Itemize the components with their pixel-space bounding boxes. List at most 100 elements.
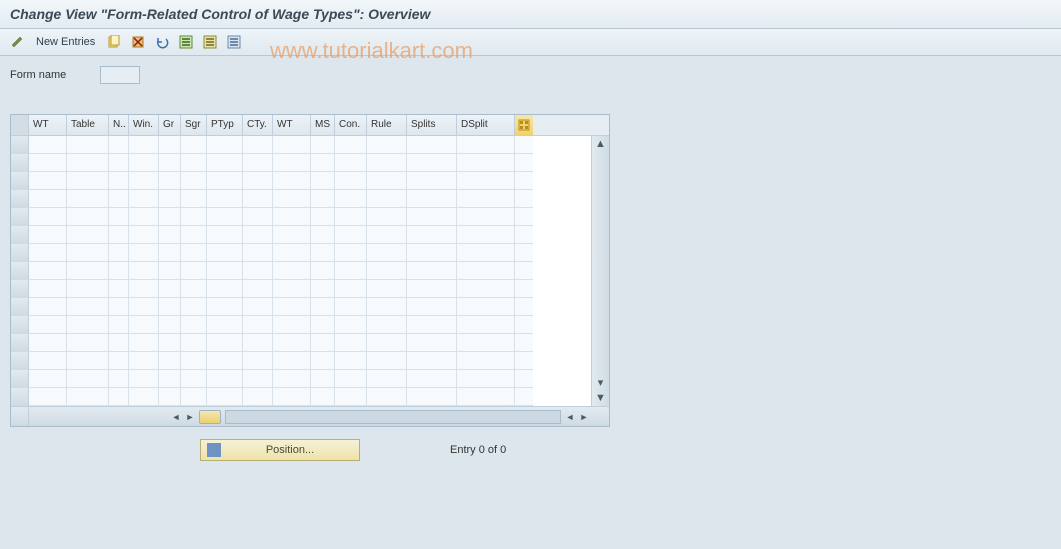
table-cell[interactable] bbox=[407, 298, 457, 316]
table-cell[interactable] bbox=[207, 172, 243, 190]
table-cell[interactable] bbox=[67, 208, 109, 226]
table-cell[interactable] bbox=[311, 352, 335, 370]
table-cell[interactable] bbox=[367, 334, 407, 352]
table-cell[interactable] bbox=[29, 352, 67, 370]
table-cell[interactable] bbox=[67, 280, 109, 298]
table-cell[interactable] bbox=[335, 136, 367, 154]
table-cell[interactable] bbox=[67, 154, 109, 172]
table-cell[interactable] bbox=[311, 262, 335, 280]
table-cell[interactable] bbox=[457, 280, 515, 298]
deselect-all-icon[interactable] bbox=[225, 33, 243, 51]
table-cell[interactable] bbox=[457, 154, 515, 172]
scroll-up-icon[interactable]: ▲ bbox=[592, 136, 609, 152]
row-selector[interactable] bbox=[11, 244, 29, 262]
table-cell[interactable] bbox=[129, 154, 159, 172]
table-cell[interactable] bbox=[407, 154, 457, 172]
table-cell[interactable] bbox=[311, 136, 335, 154]
table-cell[interactable] bbox=[457, 208, 515, 226]
table-cell[interactable] bbox=[407, 190, 457, 208]
table-cell[interactable] bbox=[273, 190, 311, 208]
row-selector[interactable] bbox=[11, 352, 29, 370]
table-cell[interactable] bbox=[109, 226, 129, 244]
table-cell[interactable] bbox=[457, 226, 515, 244]
table-cell[interactable] bbox=[407, 244, 457, 262]
table-cell[interactable] bbox=[367, 154, 407, 172]
table-cell[interactable] bbox=[407, 280, 457, 298]
table-configure-icon[interactable] bbox=[515, 115, 533, 135]
table-cell[interactable] bbox=[367, 208, 407, 226]
table-cell[interactable] bbox=[457, 388, 515, 406]
table-cell[interactable] bbox=[207, 226, 243, 244]
table-cell[interactable] bbox=[181, 334, 207, 352]
table-cell[interactable] bbox=[407, 334, 457, 352]
table-cell[interactable] bbox=[129, 298, 159, 316]
table-cell[interactable] bbox=[367, 316, 407, 334]
table-cell[interactable] bbox=[273, 316, 311, 334]
table-cell[interactable] bbox=[29, 154, 67, 172]
table-cell[interactable] bbox=[367, 136, 407, 154]
table-cell[interactable] bbox=[457, 352, 515, 370]
table-cell[interactable] bbox=[457, 370, 515, 388]
table-cell[interactable] bbox=[273, 352, 311, 370]
table-cell[interactable] bbox=[335, 298, 367, 316]
table-cell[interactable] bbox=[109, 388, 129, 406]
row-selector[interactable] bbox=[11, 208, 29, 226]
table-cell[interactable] bbox=[457, 316, 515, 334]
table-cell[interactable] bbox=[29, 226, 67, 244]
table-cell[interactable] bbox=[159, 190, 181, 208]
table-cell[interactable] bbox=[457, 298, 515, 316]
table-cell[interactable] bbox=[207, 262, 243, 280]
table-cell[interactable] bbox=[335, 334, 367, 352]
table-cell[interactable] bbox=[129, 262, 159, 280]
scroll-left-icon[interactable]: ◄ bbox=[169, 410, 183, 424]
table-cell[interactable] bbox=[243, 388, 273, 406]
table-cell[interactable] bbox=[335, 352, 367, 370]
table-cell[interactable] bbox=[67, 334, 109, 352]
table-cell[interactable] bbox=[457, 244, 515, 262]
table-cell[interactable] bbox=[109, 244, 129, 262]
toggle-display-change-icon[interactable] bbox=[8, 33, 26, 51]
table-cell[interactable] bbox=[129, 370, 159, 388]
table-cell[interactable] bbox=[67, 298, 109, 316]
table-cell[interactable] bbox=[207, 352, 243, 370]
table-cell[interactable] bbox=[29, 262, 67, 280]
table-cell[interactable] bbox=[109, 334, 129, 352]
table-cell[interactable] bbox=[367, 370, 407, 388]
column-header[interactable]: Rule bbox=[367, 115, 407, 135]
table-cell[interactable] bbox=[335, 172, 367, 190]
table-cell[interactable] bbox=[243, 244, 273, 262]
table-cell[interactable] bbox=[129, 388, 159, 406]
row-selector[interactable] bbox=[11, 280, 29, 298]
table-cell[interactable] bbox=[367, 262, 407, 280]
table-cell[interactable] bbox=[273, 244, 311, 262]
table-cell[interactable] bbox=[311, 244, 335, 262]
table-cell[interactable] bbox=[207, 136, 243, 154]
table-cell[interactable] bbox=[181, 298, 207, 316]
table-cell[interactable] bbox=[273, 280, 311, 298]
table-cell[interactable] bbox=[207, 154, 243, 172]
table-cell[interactable] bbox=[367, 352, 407, 370]
table-cell[interactable] bbox=[407, 316, 457, 334]
table-cell[interactable] bbox=[407, 370, 457, 388]
table-cell[interactable] bbox=[67, 388, 109, 406]
table-cell[interactable] bbox=[159, 136, 181, 154]
table-cell[interactable] bbox=[109, 370, 129, 388]
table-cell[interactable] bbox=[109, 316, 129, 334]
table-cell[interactable] bbox=[311, 154, 335, 172]
table-cell[interactable] bbox=[29, 334, 67, 352]
table-cell[interactable] bbox=[311, 316, 335, 334]
table-cell[interactable] bbox=[367, 388, 407, 406]
table-cell[interactable] bbox=[109, 208, 129, 226]
table-cell[interactable] bbox=[207, 298, 243, 316]
table-cell[interactable] bbox=[129, 172, 159, 190]
table-cell[interactable] bbox=[335, 226, 367, 244]
select-block-icon[interactable] bbox=[201, 33, 219, 51]
table-cell[interactable] bbox=[407, 226, 457, 244]
row-selector[interactable] bbox=[11, 316, 29, 334]
horizontal-scrollbar[interactable]: ◄ ► ◄ ► bbox=[11, 406, 609, 426]
table-cell[interactable] bbox=[109, 298, 129, 316]
column-header[interactable]: MS bbox=[311, 115, 335, 135]
table-cell[interactable] bbox=[207, 244, 243, 262]
table-cell[interactable] bbox=[335, 370, 367, 388]
table-cell[interactable] bbox=[207, 370, 243, 388]
